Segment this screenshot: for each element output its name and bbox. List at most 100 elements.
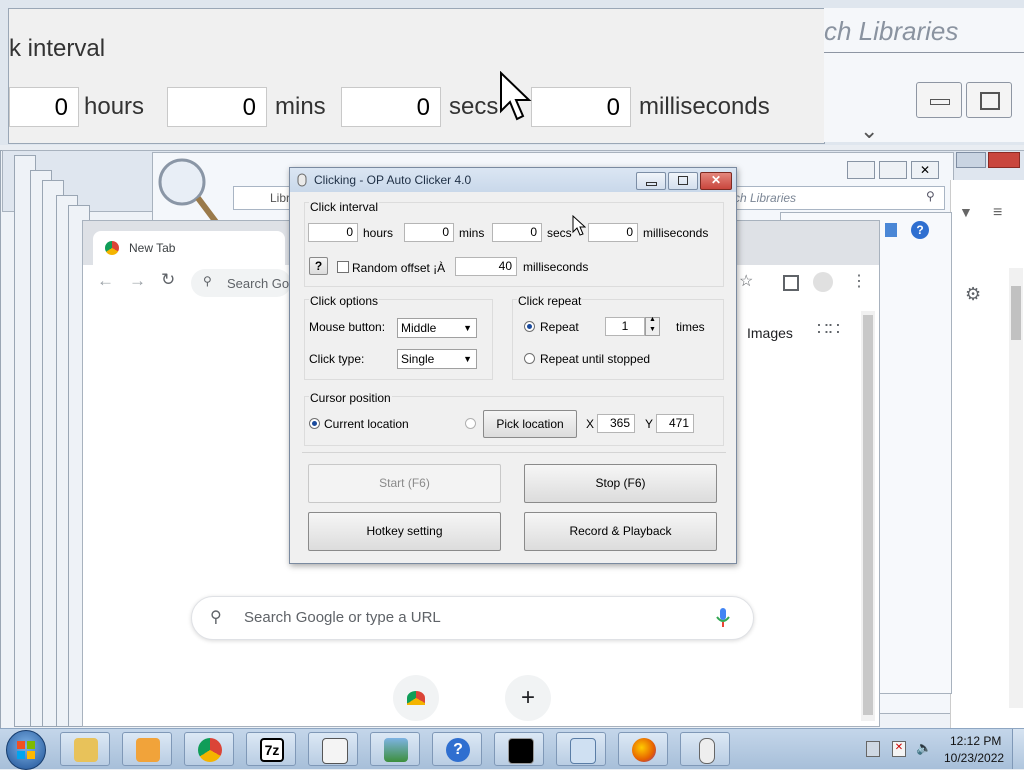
stepper-up-icon[interactable]: ▲ xyxy=(649,316,656,323)
stop-button[interactable]: Stop (F6) xyxy=(524,464,717,503)
zoomed-libraries-text: ch Libraries xyxy=(824,16,959,46)
microphone-icon[interactable] xyxy=(716,608,730,628)
explorer-address-bar[interactable]: Libr xyxy=(233,186,295,210)
chrome-favicon-icon xyxy=(105,241,119,255)
network-icon[interactable] xyxy=(866,741,880,757)
pick-location-radio[interactable] xyxy=(465,418,476,429)
click-type-select[interactable]: Single ▼ xyxy=(397,349,477,369)
repeat-radio[interactable] xyxy=(524,321,535,332)
mouse-pointer-icon xyxy=(572,215,586,236)
search-icon: ⚲ xyxy=(926,189,935,203)
click-repeat-group xyxy=(512,299,724,380)
shortcut-chrome-store-icon[interactable] xyxy=(393,675,439,721)
click-options-label: Click options xyxy=(309,294,380,308)
repeat-count-field[interactable]: 1 xyxy=(605,317,645,336)
start-button[interactable]: Start (F6) xyxy=(308,464,501,503)
secs-field[interactable]: 0 xyxy=(492,223,542,242)
mouse-button-select[interactable]: Middle ▼ xyxy=(397,318,477,338)
cursor-position-label: Cursor position xyxy=(309,391,392,405)
magnifier-zoom-view: k interval 0 hours 0 mins 0 secs 0 milli… xyxy=(0,0,1024,145)
repeat-label: Repeat xyxy=(540,320,579,334)
help-icon[interactable]: ? xyxy=(911,221,929,239)
stepper-down-icon[interactable]: ▼ xyxy=(649,326,656,333)
taskbar-firefox[interactable] xyxy=(618,732,668,766)
maximize-icon[interactable] xyxy=(879,161,907,179)
taskbar-chrome[interactable] xyxy=(184,732,234,766)
auto-clicker-titlebar[interactable]: Clicking - OP Auto Clicker 4.0 ✕ xyxy=(290,168,736,192)
panel-icon[interactable] xyxy=(885,223,897,237)
taskbar-cmd[interactable] xyxy=(494,732,544,766)
chrome-tab-title: New Tab xyxy=(129,241,176,255)
maximize-button[interactable] xyxy=(668,172,698,190)
close-button[interactable]: ✕ xyxy=(700,172,732,190)
add-shortcut-button[interactable]: + xyxy=(505,675,551,721)
google-search-icon: ⚲ xyxy=(210,609,222,626)
scrollbar[interactable] xyxy=(1009,268,1023,708)
help-icon: ? xyxy=(446,738,470,762)
y-coordinate-field[interactable]: 471 xyxy=(656,414,694,433)
pick-location-button[interactable]: Pick location xyxy=(483,410,577,438)
auto-clicker-title: Clicking - OP Auto Clicker 4.0 xyxy=(314,173,472,187)
google-search-box[interactable]: ⚲ Search Google or type a URL xyxy=(191,596,754,640)
repeat-until-stopped-radio[interactable] xyxy=(524,353,535,364)
back-icon[interactable]: ← xyxy=(97,271,114,291)
gear-icon[interactable]: ⚙ xyxy=(965,284,981,305)
reload-icon[interactable]: ↻ xyxy=(161,270,175,290)
hours-field[interactable]: 0 xyxy=(308,223,358,242)
seven-zip-icon: 7z xyxy=(260,738,284,762)
current-location-radio[interactable] xyxy=(309,418,320,429)
chrome-omnibox[interactable]: ⚲ Search Go xyxy=(191,269,291,297)
taskbar-search[interactable] xyxy=(556,732,606,766)
bookmark-star-icon[interactable]: ☆ xyxy=(739,271,753,291)
close-icon[interactable]: ✕ xyxy=(911,161,939,179)
taskbar-image-viewer[interactable] xyxy=(370,732,420,766)
magnifier-icon xyxy=(158,158,219,224)
minimize-button[interactable] xyxy=(636,172,666,190)
profile-avatar-icon[interactable] xyxy=(813,272,833,292)
explorer-search-box[interactable]: ch Libraries ⚲ xyxy=(733,186,945,210)
firefox-icon xyxy=(632,738,656,762)
side-panel-icon[interactable] xyxy=(783,275,799,291)
zoomed-hours-label: hours xyxy=(84,93,145,120)
forward-icon[interactable]: → xyxy=(129,271,146,291)
images-link[interactable]: Images xyxy=(747,325,793,341)
zoomed-mins-label: mins xyxy=(275,93,326,120)
mouse-icon xyxy=(297,173,307,187)
taskbar-help[interactable]: ? xyxy=(432,732,482,766)
start-button[interactable] xyxy=(6,730,46,770)
shield-icon[interactable]: ▼ xyxy=(959,204,973,220)
zoomed-interval-label: k interval xyxy=(9,35,106,62)
chrome-menu-icon[interactable]: ⋮ xyxy=(851,271,867,291)
volume-icon[interactable]: 🔈 xyxy=(916,740,932,756)
repeat-stepper[interactable]: ▲ ▼ xyxy=(645,316,660,336)
taskbar-7zip[interactable]: 7z xyxy=(246,732,296,766)
action-center-icon[interactable]: ✕ xyxy=(892,741,906,757)
milliseconds-field[interactable]: 0 xyxy=(588,223,638,242)
taskbar-auto-clicker[interactable] xyxy=(680,732,730,766)
times-label: times xyxy=(676,320,705,334)
minimize-icon[interactable] xyxy=(847,161,875,179)
menu-icon[interactable]: ≡ xyxy=(993,204,1002,222)
mouse-button-value: Middle xyxy=(401,321,437,335)
hotkey-setting-button[interactable]: Hotkey setting xyxy=(308,512,501,551)
taskbar-media-player[interactable] xyxy=(122,732,172,766)
auto-clicker-window: Clicking - OP Auto Clicker 4.0 ✕ Click i… xyxy=(289,167,737,564)
taskbar-solitaire[interactable] xyxy=(308,732,358,766)
clock-date[interactable]: 10/23/2022 xyxy=(944,751,1004,765)
apps-grid-icon[interactable]: ∷∷ xyxy=(817,319,840,340)
x-coordinate-field[interactable]: 365 xyxy=(597,414,635,433)
chrome-scrollbar[interactable] xyxy=(861,311,875,721)
clock-time[interactable]: 12:12 PM xyxy=(950,734,1001,748)
chrome-tab[interactable]: New Tab xyxy=(93,231,285,265)
zoomed-mins-field: 0 xyxy=(167,87,267,127)
mouse-icon xyxy=(699,738,715,764)
taskbar-explorer[interactable] xyxy=(60,732,110,766)
taskbar: 7z ? ✕ 🔈 12:12 PM 10/23/2022 xyxy=(0,728,1024,770)
help-button[interactable]: ? xyxy=(309,257,328,275)
random-offset-field[interactable]: 40 xyxy=(455,257,517,276)
record-playback-button[interactable]: Record & Playback xyxy=(524,512,717,551)
zoomed-secs-label: secs xyxy=(449,93,499,120)
random-offset-checkbox[interactable] xyxy=(337,261,349,273)
mins-field[interactable]: 0 xyxy=(404,223,454,242)
show-desktop-button[interactable] xyxy=(1012,729,1024,769)
